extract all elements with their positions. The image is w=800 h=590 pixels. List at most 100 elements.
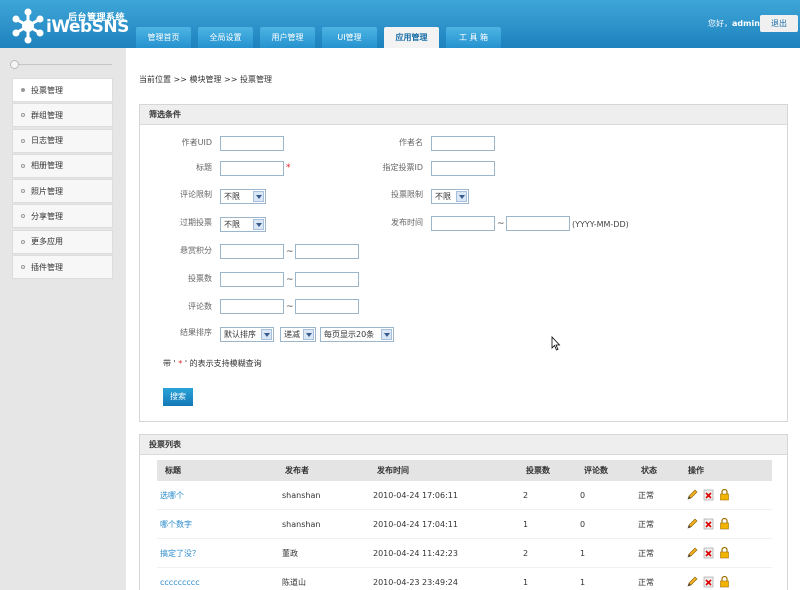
edit-pencil-icon[interactable] xyxy=(686,575,699,588)
row-title-link[interactable]: 哪个数字 xyxy=(160,510,192,539)
col-comments: 评论数 xyxy=(584,466,608,475)
sidebar-item-blog[interactable]: 日志管理 xyxy=(12,128,113,153)
bullet-icon xyxy=(21,88,25,92)
expired-select[interactable]: 不限 xyxy=(220,217,266,232)
sidebar-item-album[interactable]: 相册管理 xyxy=(12,153,113,178)
bullet-icon xyxy=(21,113,25,118)
bullet-icon xyxy=(21,265,25,270)
sidebar-item-more-apps[interactable]: 更多应用 xyxy=(12,229,113,254)
logout-button[interactable]: 退出 xyxy=(760,15,798,32)
sidebar-item-vote[interactable]: 投票管理 xyxy=(12,78,113,102)
delete-icon[interactable] xyxy=(702,546,715,559)
sort-label: 结果排序 xyxy=(180,328,212,337)
reward-min-input[interactable] xyxy=(220,244,284,259)
row-votes: 1 xyxy=(523,578,529,587)
sidebar-item-label: 日志管理 xyxy=(31,136,63,146)
logo-icon xyxy=(12,8,44,44)
nav-global-settings[interactable]: 全局设置 xyxy=(198,27,253,48)
row-status: 正常 xyxy=(638,578,654,587)
table-row: ccccccccc 陈道山 2010-04-23 23:49:24 1 1 正常 xyxy=(157,568,772,590)
sidebar-item-label: 相册管理 xyxy=(31,161,63,171)
order-select[interactable]: 递减 xyxy=(280,327,316,342)
row-author: shanshan xyxy=(282,491,321,500)
edit-pencil-icon[interactable] xyxy=(686,488,699,501)
row-status: 正常 xyxy=(638,520,654,529)
nav-home[interactable]: 管理首页 xyxy=(136,27,191,48)
row-title-link[interactable]: 选哪个 xyxy=(160,481,184,510)
row-votes: 2 xyxy=(523,549,529,558)
col-votes: 投票数 xyxy=(526,466,550,475)
sidebar-collapse-bar[interactable] xyxy=(10,60,112,72)
note-star: * xyxy=(175,359,185,368)
row-time: 2010-04-24 11:42:23 xyxy=(373,549,458,558)
range-separator: ~ xyxy=(497,219,505,229)
comments-min-input[interactable] xyxy=(220,299,284,314)
sort-value: 默认排序 xyxy=(224,330,256,339)
comments-label: 评论数 xyxy=(188,302,212,311)
publish-time-start-input[interactable] xyxy=(431,216,495,231)
edit-pencil-icon[interactable] xyxy=(686,546,699,559)
row-author: 陈道山 xyxy=(282,578,306,587)
chevron-down-icon xyxy=(261,329,272,340)
nav-app-management[interactable]: 应用管理 xyxy=(384,27,439,48)
bullet-icon xyxy=(21,214,25,219)
author-uid-input[interactable] xyxy=(220,136,284,151)
publish-time-label: 发布时间 xyxy=(391,218,423,227)
title-input[interactable] xyxy=(220,161,284,176)
main-nav: 管理首页 全局设置 用户管理 UI管理 应用管理 工 具 箱 xyxy=(136,27,501,48)
delete-icon[interactable] xyxy=(702,488,715,501)
table-header: 标题 发布者 发布时间 投票数 评论数 状态 操作 xyxy=(157,460,772,481)
lock-icon[interactable] xyxy=(718,546,731,559)
delete-icon[interactable] xyxy=(702,517,715,530)
chevron-down-icon xyxy=(253,191,264,202)
fuzzy-search-note: 带 ' * ' 的表示支持模糊查询 xyxy=(163,358,262,369)
sidebar-item-share[interactable]: 分享管理 xyxy=(12,204,113,229)
author-name-input[interactable] xyxy=(431,136,495,151)
reward-max-input[interactable] xyxy=(295,244,359,259)
top-header: 后台管理系统 iWebSNS 管理首页 全局设置 用户管理 UI管理 应用管理 … xyxy=(0,0,800,48)
vote-id-input[interactable] xyxy=(431,161,495,176)
votes-max-input[interactable] xyxy=(295,272,359,287)
sidebar-item-label: 照片管理 xyxy=(31,186,63,196)
row-author: 董政 xyxy=(282,549,298,558)
row-title-link[interactable]: ccccccccc xyxy=(160,568,200,590)
edit-pencil-icon[interactable] xyxy=(686,517,699,530)
row-status: 正常 xyxy=(638,549,654,558)
vote-limit-select[interactable]: 不限 xyxy=(431,189,469,204)
lock-icon[interactable] xyxy=(718,575,731,588)
comment-limit-select[interactable]: 不限 xyxy=(220,189,266,204)
range-separator: ~ xyxy=(286,302,294,312)
nav-toolbox[interactable]: 工 具 箱 xyxy=(446,27,501,48)
reward-label: 悬赏积分 xyxy=(180,246,212,255)
lock-icon[interactable] xyxy=(718,517,731,530)
row-status: 正常 xyxy=(638,491,654,500)
chevron-down-icon xyxy=(456,191,467,202)
sidebar-item-plugins[interactable]: 插件管理 xyxy=(12,255,113,280)
delete-icon[interactable] xyxy=(702,575,715,588)
sort-select[interactable]: 默认排序 xyxy=(220,327,274,342)
range-separator: ~ xyxy=(286,247,294,257)
bullet-icon xyxy=(21,239,25,244)
sidebar-menu: 投票管理 群组管理 日志管理 相册管理 照片管理 分享管理 更多应用 插件管理 xyxy=(12,78,113,280)
comments-max-input[interactable] xyxy=(295,299,359,314)
per-page-select[interactable]: 每页显示20条 xyxy=(320,327,394,342)
range-separator: ~ xyxy=(286,275,294,285)
search-button[interactable]: 搜索 xyxy=(163,388,193,406)
brand-name: iWebSNS xyxy=(46,17,129,37)
col-title: 标题 xyxy=(165,466,181,475)
breadcrumb: 当前位置 >> 模块管理 >> 投票管理 xyxy=(139,75,272,84)
publish-time-end-input[interactable] xyxy=(506,216,570,231)
row-votes: 2 xyxy=(523,491,529,500)
sidebar-item-group[interactable]: 群组管理 xyxy=(12,103,113,128)
nav-user-management[interactable]: 用户管理 xyxy=(260,27,315,48)
chevron-down-icon xyxy=(381,329,392,340)
fuzzy-marker: * xyxy=(286,163,291,173)
comment-limit-label: 评论限制 xyxy=(180,190,212,199)
lock-icon[interactable] xyxy=(718,488,731,501)
collapse-handle-icon[interactable] xyxy=(10,60,19,69)
nav-ui-management[interactable]: UI管理 xyxy=(322,27,377,48)
row-title-link[interactable]: 搞定了没？ xyxy=(160,539,200,568)
votes-min-input[interactable] xyxy=(220,272,284,287)
sidebar-item-photo[interactable]: 照片管理 xyxy=(12,179,113,204)
vote-id-label: 指定投票ID xyxy=(382,163,423,172)
